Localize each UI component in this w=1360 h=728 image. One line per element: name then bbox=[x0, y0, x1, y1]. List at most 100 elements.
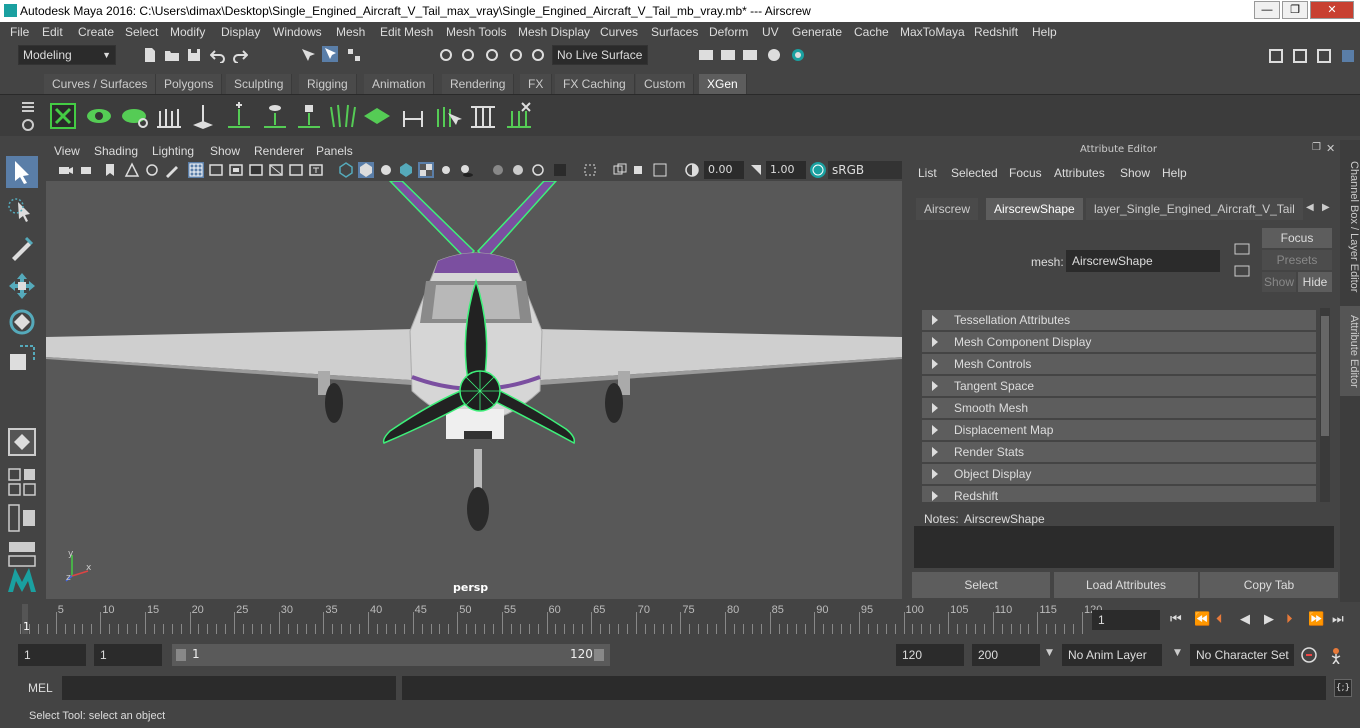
resolution-gate-icon[interactable] bbox=[228, 162, 244, 178]
shelf-tab-polygons[interactable]: Polygons bbox=[156, 74, 223, 94]
copy-tab-button[interactable]: Copy Tab bbox=[1200, 572, 1338, 598]
lasso-tool-icon[interactable] bbox=[6, 194, 38, 226]
view-transform-field[interactable]: sRGB gamma bbox=[828, 161, 902, 195]
character-set-chevron-icon[interactable]: ▼ bbox=[1174, 648, 1181, 658]
time-slider[interactable]: 5 10 15 20 25 30 35 40 45 50 55 60 65 70 75 80 85 90 95 100… bbox=[0, 602, 1360, 638]
channel-box-toggle-icon[interactable] bbox=[1340, 48, 1356, 64]
notes-textarea[interactable] bbox=[914, 526, 1334, 568]
ae-menu-focus[interactable]: Focus bbox=[1009, 166, 1042, 180]
ae-menu-help[interactable]: Help bbox=[1162, 166, 1187, 180]
open-scene-icon[interactable] bbox=[164, 47, 180, 63]
xgen-guide-plane-icon[interactable] bbox=[362, 101, 392, 131]
textured-icon[interactable] bbox=[418, 162, 434, 178]
single-perspective-layout-icon[interactable] bbox=[6, 426, 38, 458]
shelf-settings-icon[interactable] bbox=[20, 117, 36, 133]
ae-tab-layer[interactable]: layer_Single_Engined_Aircraft_V_Tail bbox=[1086, 198, 1303, 220]
menu-mesh[interactable]: Mesh bbox=[336, 22, 365, 42]
menu-modify[interactable]: Modify bbox=[170, 22, 205, 42]
section-tessellation-attributes[interactable]: Tessellation Attributes bbox=[922, 310, 1316, 330]
menu-windows[interactable]: Windows bbox=[273, 22, 322, 42]
hide-button[interactable]: Hide bbox=[1298, 272, 1332, 292]
xgen-guide-visibility-icon[interactable] bbox=[260, 101, 290, 131]
select-component-icon[interactable] bbox=[346, 47, 362, 63]
scrollbar-thumb[interactable] bbox=[1321, 316, 1329, 436]
xgen-place-guides-icon[interactable] bbox=[188, 101, 218, 131]
redo-icon[interactable] bbox=[232, 47, 248, 63]
color-management-icon[interactable] bbox=[810, 162, 826, 178]
attribute-editor-tab[interactable]: Attribute Editor bbox=[1340, 306, 1360, 396]
grid-toggle-icon[interactable] bbox=[188, 162, 204, 178]
xgen-preview-icon[interactable] bbox=[84, 101, 114, 131]
camera-select-icon[interactable] bbox=[58, 162, 74, 178]
wireframe-on-shaded-icon[interactable] bbox=[398, 162, 414, 178]
2d-pan-zoom-icon[interactable] bbox=[144, 162, 160, 178]
xray-active-icon[interactable] bbox=[632, 162, 648, 178]
viewport-menu-lighting[interactable]: Lighting bbox=[152, 142, 194, 160]
isolate-select-icon[interactable] bbox=[582, 162, 598, 178]
image-plane-icon[interactable] bbox=[124, 162, 140, 178]
output-connections-icon[interactable] bbox=[1234, 264, 1250, 278]
select-tool-icon[interactable] bbox=[6, 156, 38, 188]
go-to-end-icon[interactable]: ⏭ bbox=[1332, 612, 1344, 627]
menu-select[interactable]: Select bbox=[125, 22, 158, 42]
tool-settings-toggle-icon[interactable] bbox=[1316, 48, 1332, 64]
viewport-menu-panels[interactable]: Panels bbox=[316, 142, 353, 160]
workspace-icon[interactable] bbox=[1268, 48, 1284, 64]
anti-aliasing-icon[interactable] bbox=[530, 162, 546, 178]
xgen-lock-guides-icon[interactable] bbox=[294, 101, 324, 131]
mel-label[interactable]: MEL bbox=[28, 681, 53, 695]
current-frame-field[interactable]: 1 bbox=[1092, 610, 1160, 630]
float-panel-icon[interactable]: ❐ bbox=[1312, 142, 1324, 154]
step-back-icon[interactable]: ⏪ bbox=[1194, 612, 1210, 627]
load-attributes-button[interactable]: Load Attributes bbox=[1054, 572, 1198, 598]
shelf-menu-icon[interactable] bbox=[20, 99, 36, 115]
shelf-tab-custom[interactable]: Custom bbox=[636, 74, 695, 94]
snap-view-icon[interactable] bbox=[508, 47, 524, 63]
wireframe-icon[interactable] bbox=[338, 162, 354, 178]
range-end-handle[interactable] bbox=[594, 649, 604, 661]
xgen-clear-preview-icon[interactable] bbox=[120, 101, 150, 131]
xgen-create-description-icon[interactable] bbox=[154, 101, 184, 131]
safe-action-icon[interactable] bbox=[288, 162, 304, 178]
shelf-tab-fx-caching[interactable]: FX Caching bbox=[555, 74, 635, 94]
four-view-layout-icon[interactable] bbox=[6, 466, 38, 498]
xgen-guide-fan-icon[interactable] bbox=[328, 101, 358, 131]
ae-tab-airscrewshape[interactable]: AirscrewShape bbox=[986, 198, 1083, 220]
shelf-tab-curves-surfaces[interactable]: Curves / Surfaces bbox=[44, 74, 157, 94]
viewport-menu-shading[interactable]: Shading bbox=[94, 142, 138, 160]
minimize-button[interactable]: — bbox=[1254, 1, 1280, 19]
animation-preferences-icon[interactable] bbox=[1328, 646, 1348, 664]
xgen-guide-select-icon[interactable] bbox=[432, 101, 462, 131]
section-displacement-map[interactable]: Displacement Map bbox=[922, 420, 1316, 440]
step-forward-icon[interactable]: ⏩ bbox=[1308, 612, 1324, 627]
menu-help[interactable]: Help bbox=[1032, 22, 1057, 42]
outliner-layout-icon[interactable] bbox=[6, 502, 38, 534]
new-scene-icon[interactable] bbox=[142, 47, 158, 63]
section-mesh-component-display[interactable]: Mesh Component Display bbox=[922, 332, 1316, 352]
viewport-menu-renderer[interactable]: Renderer bbox=[254, 142, 304, 160]
script-editor-icon[interactable]: {;} bbox=[1334, 679, 1352, 697]
perspective-viewport[interactable]: y x z persp bbox=[46, 181, 902, 599]
section-smooth-mesh[interactable]: Smooth Mesh bbox=[922, 398, 1316, 418]
safe-title-icon[interactable] bbox=[308, 162, 324, 178]
menu-edit-mesh[interactable]: Edit Mesh bbox=[380, 22, 433, 42]
menu-deform[interactable]: Deform bbox=[709, 22, 748, 42]
play-forwards-icon[interactable]: ▶ bbox=[1264, 612, 1274, 627]
grease-pencil-icon[interactable] bbox=[164, 162, 180, 178]
tab-scroll-right-icon[interactable]: ▶ bbox=[1322, 202, 1330, 213]
save-scene-icon[interactable] bbox=[186, 47, 202, 63]
anim-layer-chevron-icon[interactable]: ▼ bbox=[1046, 648, 1053, 658]
time-ruler[interactable]: 5 10 15 20 25 30 35 40 45 50 55 60 65 70 75 80 85 90 95 100… bbox=[16, 604, 1102, 634]
menu-cache[interactable]: Cache bbox=[854, 22, 889, 42]
command-input[interactable] bbox=[62, 676, 396, 700]
gate-mask-icon[interactable] bbox=[248, 162, 264, 178]
playback-end-field[interactable]: 120 bbox=[896, 644, 964, 666]
viewport-menu-view[interactable]: View bbox=[54, 142, 80, 160]
motion-blur-icon[interactable] bbox=[510, 162, 526, 178]
ae-menu-list[interactable]: List bbox=[918, 166, 937, 180]
hypershade-icon[interactable] bbox=[766, 47, 782, 63]
tab-scroll-left-icon[interactable]: ◀ bbox=[1306, 202, 1314, 213]
play-backwards-icon[interactable]: ◀ bbox=[1240, 612, 1250, 627]
menu-generate[interactable]: Generate bbox=[792, 22, 842, 42]
xray-joints-icon[interactable] bbox=[652, 162, 668, 178]
